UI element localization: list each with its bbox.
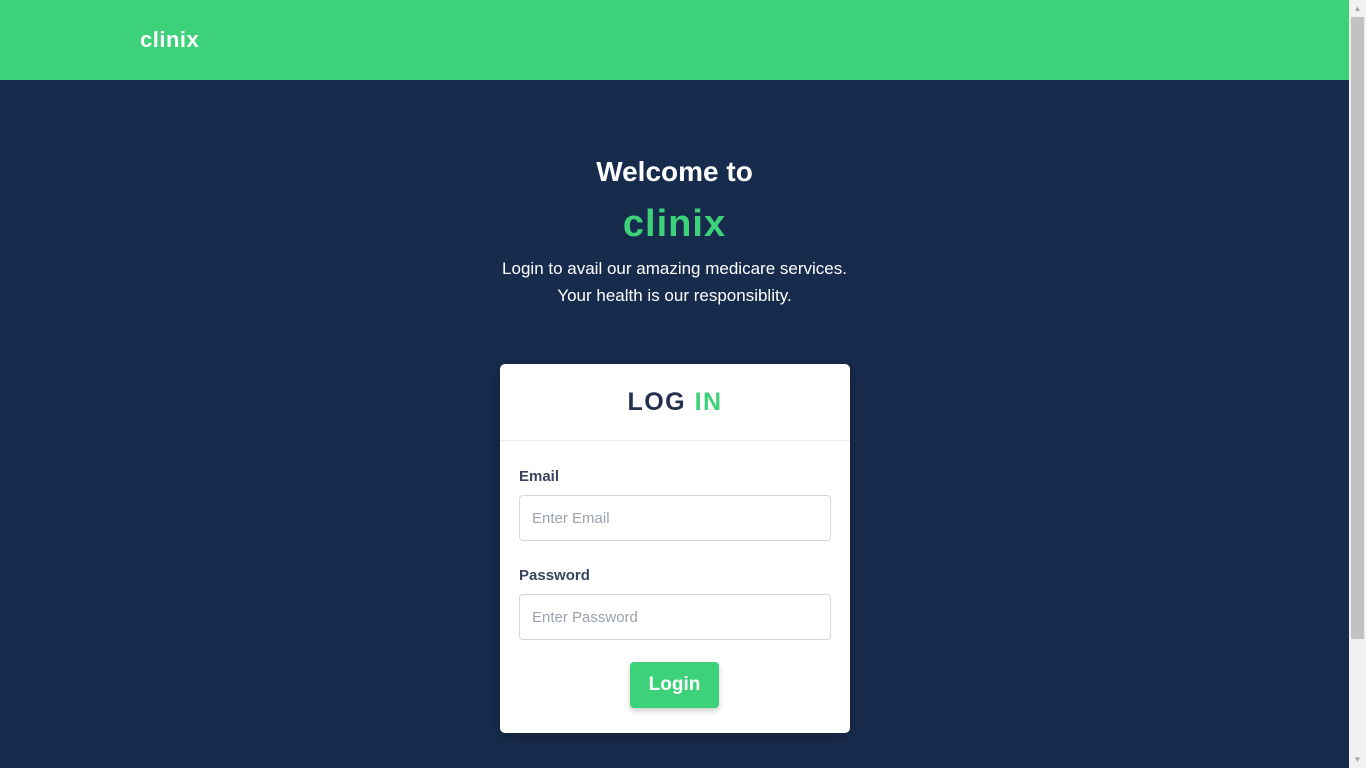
hero-logo: clinix (622, 203, 727, 245)
login-card-header: LOG IN (500, 364, 850, 441)
navbar-logo[interactable]: clinix (140, 26, 199, 54)
scrollbar-thumb[interactable] (1351, 17, 1364, 639)
login-button[interactable]: Login (630, 662, 719, 708)
password-field[interactable] (519, 594, 831, 640)
email-label: Email (519, 468, 560, 485)
login-card: LOG IN Email Password Login (500, 364, 850, 733)
login-title-part2: IN (694, 388, 723, 416)
scroll-up-arrow-icon[interactable]: ▲ (1349, 0, 1366, 17)
email-field[interactable] (519, 495, 831, 541)
password-label: Password (519, 567, 590, 584)
tagline-line-1: Login to avail our amazing medicare serv… (502, 259, 847, 278)
scroll-down-arrow-icon[interactable]: ▼ (1349, 751, 1366, 768)
main-content: Welcome to clinix Login to avail our ama… (0, 80, 1349, 768)
hero-tagline: Login to avail our amazing medicare serv… (0, 255, 1349, 309)
welcome-heading: Welcome to (596, 156, 753, 187)
vertical-scrollbar[interactable]: ▲ ▼ (1349, 0, 1366, 768)
top-navbar: clinix (0, 0, 1349, 80)
login-title-part1: LOG (627, 388, 687, 416)
tagline-line-2: Your health is our responsiblity. (557, 286, 792, 305)
